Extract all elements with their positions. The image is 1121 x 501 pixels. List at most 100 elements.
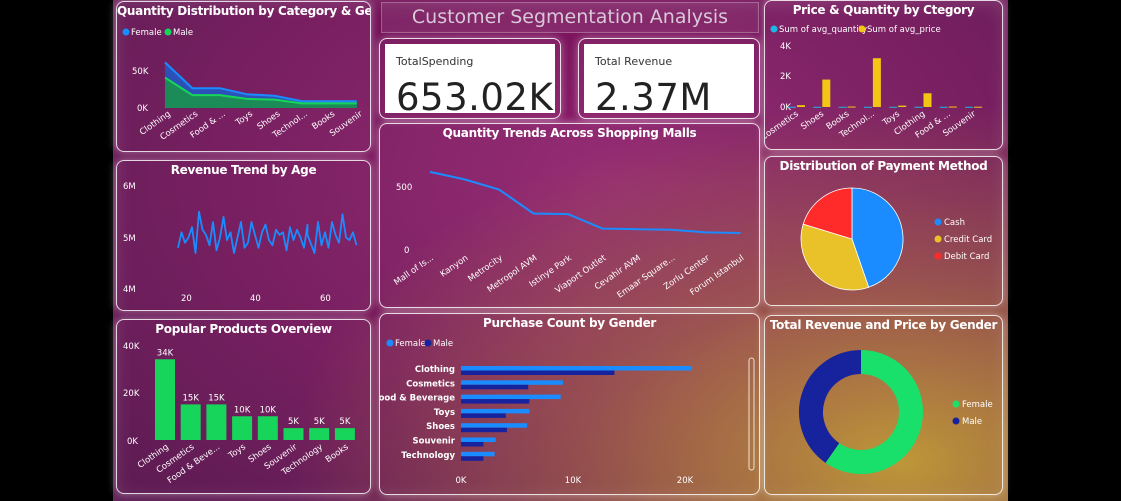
payment-method-panel[interactable]: Distribution of Payment Method Cash Cred… xyxy=(764,156,1003,306)
total-spending-card[interactable]: TotalSpending 653.02K xyxy=(379,38,561,119)
legend-female-label: Female xyxy=(395,339,426,349)
legend-female-label: Female xyxy=(962,400,993,410)
bar-female xyxy=(461,408,530,414)
bar-female xyxy=(461,394,561,400)
legend-male-label: Male xyxy=(962,417,982,427)
y-tick-label: 0K xyxy=(137,104,148,114)
bar-price xyxy=(974,106,983,108)
bar-price xyxy=(822,79,831,107)
bar-5 xyxy=(283,428,304,440)
legend-quantity-label: Sum of avg_quantity xyxy=(779,25,867,35)
bar-4 xyxy=(257,416,278,440)
x-tick-label: Shoes xyxy=(799,109,826,132)
y-tick-label: Clothing xyxy=(415,365,455,375)
x-tick-label: 0K xyxy=(456,476,467,486)
bar-7 xyxy=(334,428,355,440)
revenue-gender-panel[interactable]: Total Revenue and Price by Gender Female… xyxy=(764,315,1003,495)
bar-female xyxy=(461,366,692,371)
bar-female xyxy=(461,451,495,457)
y-tick-label: Shoes xyxy=(426,422,455,432)
y-tick-label: Technology xyxy=(401,451,455,461)
legend-female-label: Female xyxy=(131,28,162,38)
data-label: 10K xyxy=(260,405,277,415)
x-tick-label: 40 xyxy=(250,294,261,304)
bar-quantity xyxy=(914,106,923,108)
bar-3 xyxy=(232,416,253,440)
legend-cash-label: Cash xyxy=(944,218,965,228)
x-tick-label: Mall of Is... xyxy=(392,253,435,288)
y-tick-label: 0K xyxy=(780,103,791,113)
qty-distribution-chart[interactable]: Female Male 50K 0K ClothingCosmeticsFood… xyxy=(117,2,370,151)
x-tick-label: Toys xyxy=(233,109,255,129)
bar-0 xyxy=(155,359,175,440)
data-label: 34K xyxy=(157,348,174,358)
bar-male xyxy=(461,370,615,375)
legend-quantity-dot xyxy=(770,25,778,33)
card-label-spending: TotalSpending xyxy=(396,55,474,68)
bar-quantity xyxy=(788,106,796,108)
payment-method-chart[interactable]: Cash Credit Card Debit Card xyxy=(765,157,1002,305)
y-tick-label: 0K xyxy=(127,437,138,447)
popular-products-chart[interactable]: 40K 20K 0K 34KClothing15KCosmetics15KFoo… xyxy=(117,320,370,493)
data-label: 15K xyxy=(208,393,225,403)
bar-male xyxy=(461,384,529,390)
x-tick-label: 20K xyxy=(677,476,694,486)
bar-quantity xyxy=(813,106,822,108)
y-tick-label: Toys xyxy=(434,408,455,418)
revenue-age-chart[interactable]: 6M 5M 4M 20 40 60 xyxy=(117,161,370,310)
card-label-revenue: Total Revenue xyxy=(595,55,673,68)
mall-trends-panel[interactable]: Quantity Trends Across Shopping Malls 50… xyxy=(379,123,760,308)
x-tick-label: Emaar Square... xyxy=(616,253,678,300)
bar-female xyxy=(461,380,563,385)
x-tick-label: Toys xyxy=(226,442,248,462)
purchase-gender-panel[interactable]: Purchase Count by Gender Female Male Clo… xyxy=(379,313,760,495)
x-tick-label: Cosmetics xyxy=(764,109,801,143)
data-label: 5K xyxy=(314,417,325,427)
total-revenue-card[interactable]: Total Revenue 2.37M xyxy=(578,38,760,119)
bar-male xyxy=(461,413,506,418)
data-label: 10K xyxy=(234,405,251,415)
qty-distribution-panel[interactable]: Quantity Distribution by Category & Gend… xyxy=(116,1,371,152)
page-title: Customer Segmentation Analysis xyxy=(411,6,729,28)
bar-price xyxy=(923,93,932,107)
bar-price xyxy=(898,105,907,107)
y-tick-label: 4K xyxy=(780,42,791,52)
legend-female-dot xyxy=(386,339,394,347)
bar-quantity xyxy=(939,106,948,108)
y-tick-label: 50K xyxy=(132,67,149,77)
purchase-gender-chart[interactable]: Female Male Clothing Cosmetics Food & Beve… xyxy=(380,314,759,494)
price-quantity-chart[interactable]: Sum of avg_quantity Sum of avg_price 4K … xyxy=(765,1,1002,149)
card-body: TotalSpending 653.02K xyxy=(385,44,555,119)
bar-2 xyxy=(206,404,227,440)
bar-price xyxy=(872,58,881,107)
y-tick-label: Cosmetics xyxy=(406,379,455,389)
y-tick-label: Souvenir xyxy=(413,437,456,447)
donut-segment-male xyxy=(799,350,862,463)
bar-quantity xyxy=(838,106,847,108)
legend-male-dot xyxy=(164,28,172,36)
y-tick-label: 4M xyxy=(123,285,136,295)
data-label: 5K xyxy=(339,417,350,427)
bar-6 xyxy=(309,428,330,440)
bar-male xyxy=(461,399,530,404)
bar-quantity xyxy=(863,106,872,108)
x-tick-label: 60 xyxy=(320,294,331,304)
revenue-age-panel[interactable]: Revenue Trend by Age 6M 5M 4M 20 40 60 xyxy=(116,160,371,311)
legend-debit-dot xyxy=(934,252,942,260)
bar-male xyxy=(461,456,484,461)
mall-trends-chart[interactable]: 500 0 Mall of Is... KanyonMetrocityMetrop… xyxy=(380,124,759,307)
x-tick-label: 20 xyxy=(181,294,192,304)
revenue-gender-chart[interactable]: Female Male xyxy=(765,316,1002,494)
card-value-spending: 653.02K xyxy=(396,76,554,119)
bar-price xyxy=(948,106,957,108)
legend-debit-label: Debit Card xyxy=(944,252,989,262)
x-tick-label: 10K xyxy=(565,476,582,486)
legend-male-dot xyxy=(952,417,960,425)
scrollbar[interactable] xyxy=(748,357,755,471)
popular-products-panel[interactable]: Popular Products Overview 40K 20K 0K 34K… xyxy=(116,319,371,494)
data-label: 5K xyxy=(288,417,299,427)
price-quantity-panel[interactable]: Price & Quantity by Ctegory Sum of avg_q… xyxy=(764,0,1003,150)
card-body: Total Revenue 2.37M xyxy=(584,44,754,119)
legend-price-label: Sum of avg_price xyxy=(867,25,941,35)
y-tick-label: 0 xyxy=(404,246,409,256)
